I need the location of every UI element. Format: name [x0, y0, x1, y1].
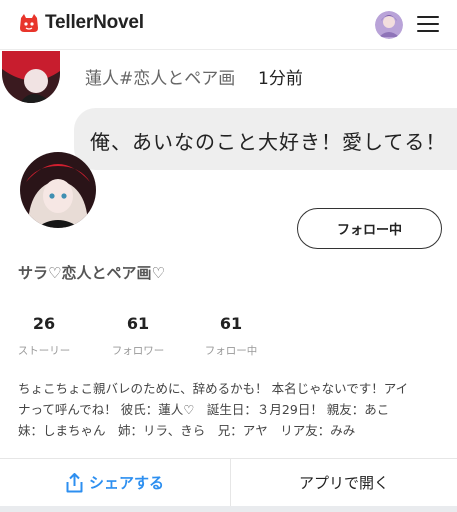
bio-line: ナって呼んでね！ 彼氏：蓮人♡ 誕生日：３月29日！ 親友：あこ: [18, 402, 390, 417]
brand-logo[interactable]: TellerNovel: [18, 12, 144, 34]
speaker-avatar: [2, 51, 60, 103]
followers-count: 61: [126, 314, 150, 333]
profile-avatar: [20, 152, 96, 228]
share-icon: [66, 472, 83, 492]
profile-section: フォロー中 サラ♡恋人とペア画♡ 26 ストーリー 61 フォロワー 61 フォ…: [0, 152, 457, 458]
speaker-name: 蓮人#恋人とペア画: [85, 69, 236, 89]
message-time: 1分前: [258, 69, 303, 89]
bio-line: ちょこちょこ親バレのために、辞めるかも！ 本名じゃないです！アイ: [18, 381, 409, 396]
brand-name: TellerNovel: [45, 12, 144, 33]
app-header: TellerNovel: [0, 0, 457, 50]
stat-stories[interactable]: 26 ストーリー: [14, 314, 74, 358]
stories-count: 26: [32, 314, 56, 333]
message-bubble: 俺、あいなのこと大好き！愛してる！: [74, 108, 457, 170]
bottom-divider: [0, 506, 457, 512]
open-in-app-button[interactable]: アプリで開く: [231, 459, 457, 506]
stat-following[interactable]: 61 フォロー中: [200, 314, 262, 358]
bio-line: 妹：しまちゃん 姉：リラ、きら 兄：アヤ リア友：みみ: [18, 423, 356, 438]
following-count: 61: [219, 314, 243, 333]
stories-label: ストーリー: [17, 345, 71, 357]
user-avatar[interactable]: [375, 11, 403, 39]
profile-bio: ちょこちょこ親バレのために、辞めるかも！ 本名じゃないです！アイ ナって呼んでね…: [18, 378, 443, 441]
followers-label: フォロワー: [111, 345, 165, 357]
share-label: シェアする: [88, 474, 164, 492]
following-label: フォロー中: [204, 345, 258, 357]
message-text: 俺、あいなのこと大好き！愛してる！: [90, 130, 447, 154]
action-bar: シェアする アプリで開く: [0, 458, 457, 506]
stat-followers[interactable]: 61 フォロワー: [107, 314, 169, 358]
teller-logo-icon: [20, 14, 38, 32]
profile-name: サラ♡恋人とペア画♡: [18, 264, 165, 282]
share-button[interactable]: シェアする: [0, 459, 231, 506]
follow-button[interactable]: フォロー中: [297, 208, 442, 249]
hamburger-menu-icon[interactable]: [417, 14, 441, 36]
